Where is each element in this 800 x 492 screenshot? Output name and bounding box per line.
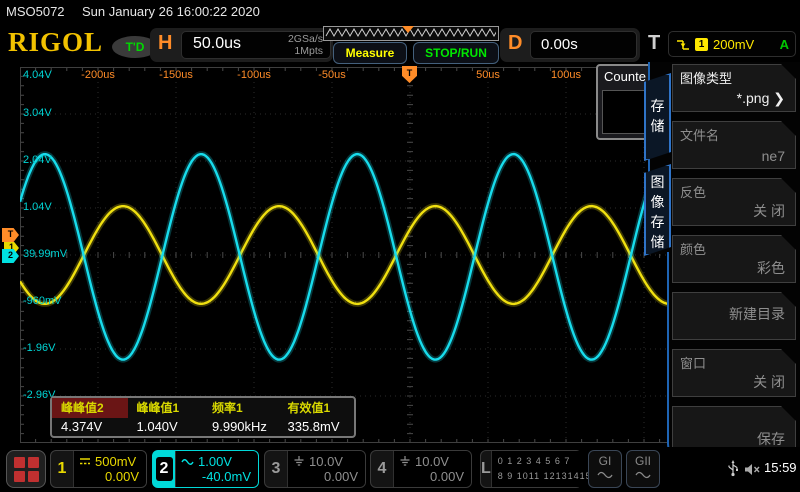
volt-label: 1.04V bbox=[23, 201, 52, 213]
trigger-settings[interactable]: T 1 200mV A bbox=[645, 28, 798, 62]
channel-1-box[interactable]: 1 500mV 0.00V bbox=[50, 450, 147, 488]
memory-depth: 1Mpts bbox=[294, 45, 323, 57]
channel-1-scale: 500mV bbox=[95, 453, 137, 469]
waveform-memory-bar[interactable] bbox=[323, 26, 499, 41]
channel-3-offset: 0.00V bbox=[324, 469, 358, 484]
generator-1-box[interactable]: GI bbox=[588, 450, 622, 488]
system-time: 15:59 bbox=[764, 460, 797, 475]
usb-icon bbox=[728, 460, 738, 477]
measurement-item[interactable]: 峰峰值1 1.040V bbox=[128, 398, 204, 436]
timebase-value: 50.0us bbox=[193, 35, 242, 52]
oscilloscope-screen: MSO5072 Sun January 26 16:00:22 2020 RIG… bbox=[0, 0, 800, 492]
trigger-level-marker[interactable]: T bbox=[2, 228, 19, 242]
dc-coupling-icon bbox=[80, 458, 90, 465]
logic-channels-box[interactable]: L 0 1 2 3 4 5 6 7 8 9 1011 12131415 bbox=[480, 450, 596, 488]
top-status-bar: MSO5072 Sun January 26 16:00:22 2020 bbox=[0, 0, 800, 24]
volt-label: 39.99mV bbox=[23, 248, 68, 260]
timebase-box[interactable]: 50.0us 2GSa/s 1Mpts bbox=[181, 31, 331, 59]
stop-run-button[interactable]: STOP/RUN bbox=[413, 42, 499, 64]
rigol-logo: RIGOL bbox=[8, 27, 104, 57]
generator-2-box[interactable]: GII bbox=[626, 450, 660, 488]
delay-value: 0.00s bbox=[541, 36, 578, 53]
time-label: -150us bbox=[159, 69, 193, 81]
sample-rate: 2GSa/s 1Mpts bbox=[287, 33, 323, 57]
trigger-level: 200mV bbox=[713, 36, 755, 52]
channel-3-badge: 3 bbox=[271, 460, 281, 477]
volt-label: -960mV bbox=[23, 295, 62, 307]
submenu-arrow-icon: ❯ bbox=[773, 90, 785, 106]
ac-coupling-icon bbox=[181, 458, 194, 465]
sine-wave-icon bbox=[635, 471, 651, 479]
volt-label: 3.04V bbox=[23, 107, 52, 119]
measurement-panel: 峰峰值2 4.374V 峰峰值1 1.040V 频率1 9.990kHz 有效值… bbox=[50, 396, 356, 438]
time-label: -100us bbox=[237, 69, 271, 81]
trigger-box[interactable]: 1 200mV A bbox=[668, 31, 796, 57]
channel-2-box[interactable]: 2 1.00V -40.0mV bbox=[152, 450, 259, 488]
time-label: -50us bbox=[318, 69, 346, 81]
volt-label: 2.04V bbox=[23, 154, 52, 166]
measure-button[interactable]: Measure bbox=[333, 42, 407, 64]
channel-4-offset: 0.00V bbox=[430, 469, 464, 484]
logic-row-2: 8 9 1011 12131415 bbox=[497, 471, 592, 481]
d-label: D bbox=[508, 32, 523, 54]
menu-item-color[interactable]: 颜色 彩色 bbox=[672, 235, 796, 283]
volt-label: 4.04V bbox=[23, 69, 52, 81]
h-label: H bbox=[158, 32, 173, 54]
bottom-bar: 1 500mV 0.00V 2 1.00V -40.0mV 3 10.0V 0.… bbox=[0, 447, 800, 492]
channel-2-badge: 2 bbox=[153, 451, 175, 487]
delay-settings[interactable]: D 0.00s bbox=[500, 28, 640, 62]
menu-item-invert[interactable]: 反色 关 闭 bbox=[672, 178, 796, 226]
channel-4-box[interactable]: 4 10.0V 0.00V bbox=[370, 450, 472, 488]
channel-4-scale: 10.0V bbox=[415, 453, 449, 469]
volt-label: -1.96V bbox=[23, 342, 56, 354]
tab-storage[interactable]: 存储 bbox=[644, 73, 671, 161]
channel-4-badge: 4 bbox=[377, 460, 387, 477]
t-label: T bbox=[648, 32, 661, 54]
channel-3-box[interactable]: 3 10.0V 0.00V bbox=[264, 450, 366, 488]
channel-2-scale: 1.00V bbox=[198, 453, 232, 469]
ground-coupling-icon bbox=[400, 456, 410, 466]
channel-2-offset: -40.0mV bbox=[201, 469, 251, 484]
menu-item-image-type[interactable]: 图像类型 *.png ❯ bbox=[672, 64, 796, 112]
ground-coupling-icon bbox=[294, 456, 304, 466]
falling-edge-icon bbox=[677, 39, 689, 50]
channel-1-badge: 1 bbox=[57, 460, 67, 477]
measurement-item[interactable]: 频率1 9.990kHz bbox=[203, 398, 279, 436]
tab-image-storage[interactable]: 图像存储 bbox=[644, 164, 671, 256]
memory-position-marker[interactable] bbox=[402, 26, 414, 33]
time-label: 50us bbox=[476, 69, 500, 81]
trigger-mode: A bbox=[779, 36, 789, 52]
delay-box[interactable]: 0.00s bbox=[530, 31, 637, 59]
model-name: MSO5072 bbox=[6, 4, 65, 19]
measurement-item[interactable]: 有效值1 335.8mV bbox=[279, 398, 355, 436]
logic-badge: L bbox=[481, 460, 491, 477]
measurement-item[interactable]: 峰峰值2 4.374V bbox=[52, 398, 128, 436]
channel-1-offset: 0.00V bbox=[105, 469, 139, 484]
horizontal-settings[interactable]: H 50.0us 2GSa/s 1Mpts bbox=[150, 28, 333, 62]
mute-speaker-icon bbox=[745, 464, 760, 475]
menu-item-new-directory[interactable]: 新建目录 bbox=[672, 292, 796, 340]
menu-item-window[interactable]: 窗口 关 闭 bbox=[672, 349, 796, 397]
display-grid-button[interactable] bbox=[6, 450, 46, 488]
datetime: Sun January 26 16:00:22 2020 bbox=[82, 4, 260, 19]
trigger-source-badge: 1 bbox=[695, 37, 708, 51]
channel-3-scale: 10.0V bbox=[309, 453, 343, 469]
time-label: 100us bbox=[551, 69, 581, 81]
logic-row-1: 0 1 2 3 4 5 6 7 bbox=[497, 456, 571, 466]
time-label: -200us bbox=[81, 69, 115, 81]
menu-item-filename[interactable]: 文件名 ne7 bbox=[672, 121, 796, 169]
sine-wave-icon bbox=[597, 471, 613, 479]
